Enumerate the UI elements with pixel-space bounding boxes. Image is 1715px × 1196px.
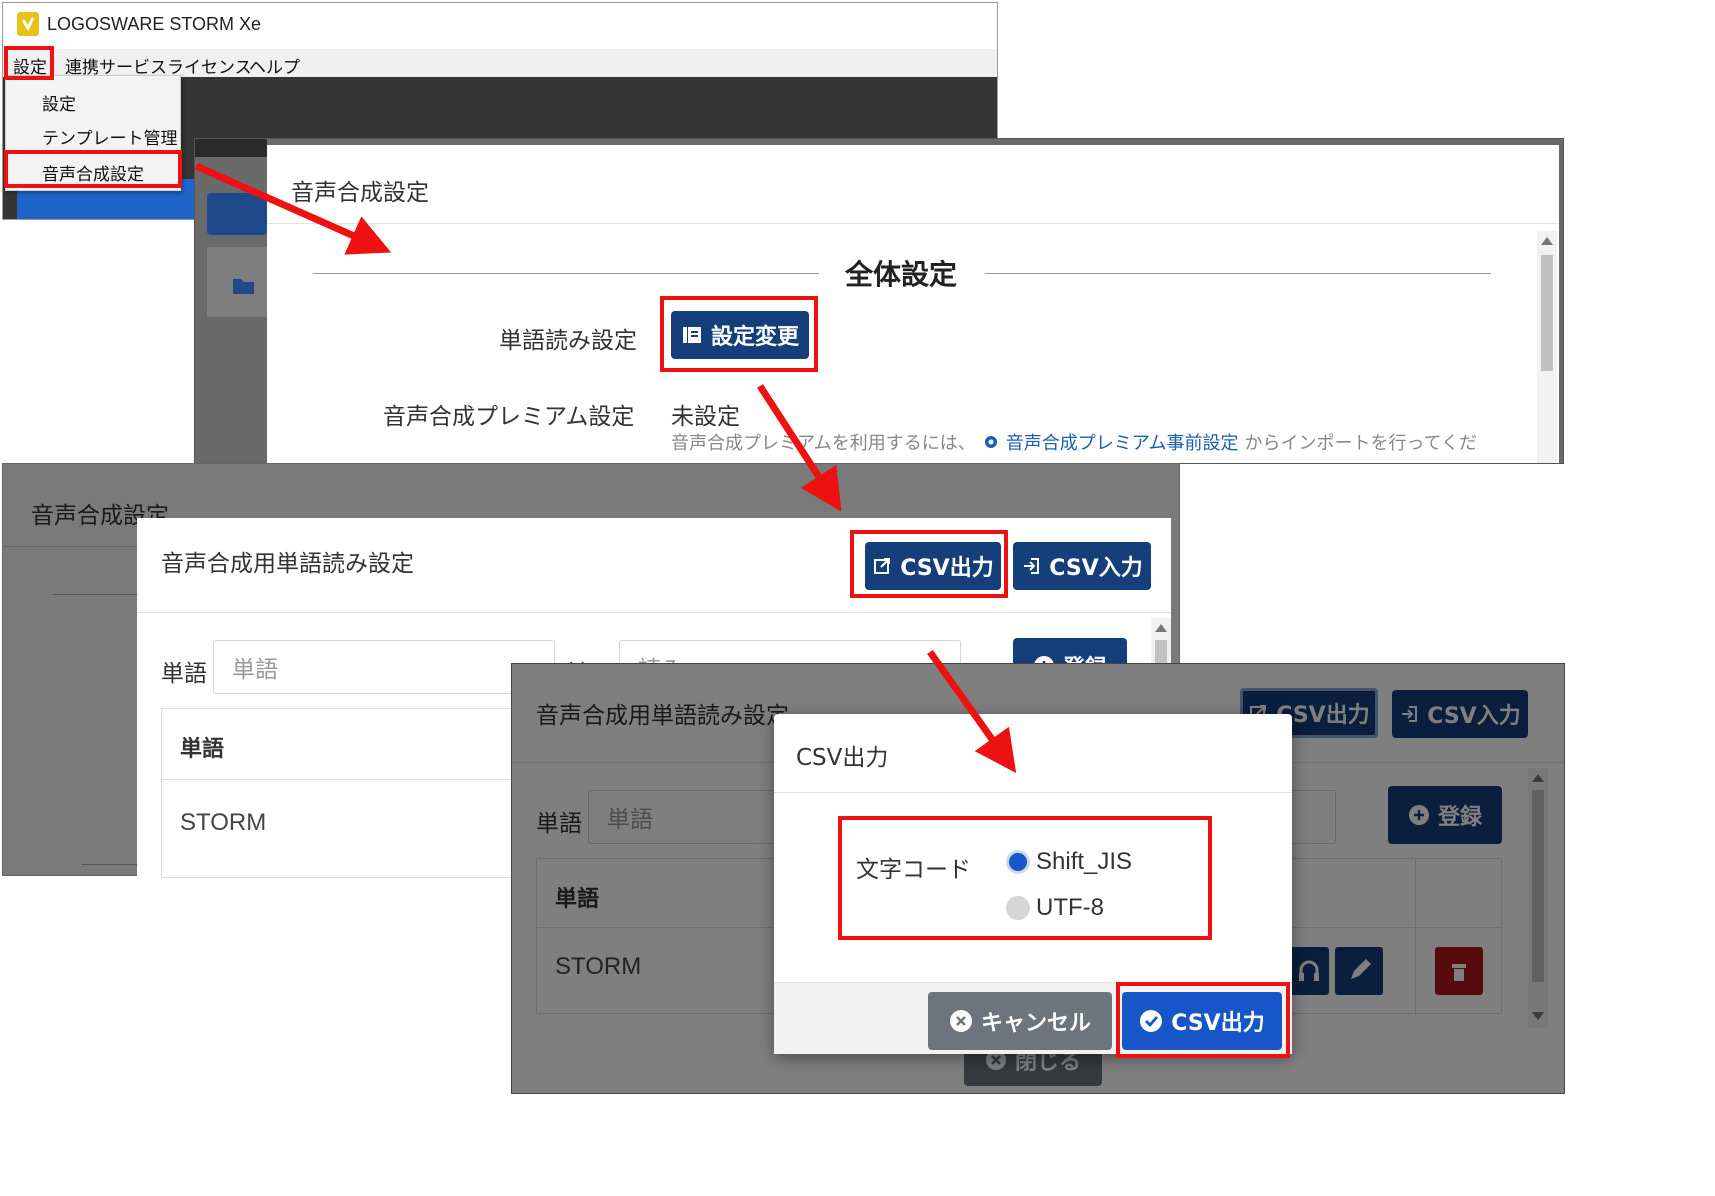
arrow-to-word-dialog (757, 384, 842, 512)
step-arrows (194, 162, 1017, 774)
arrow-to-csv-dialog (927, 649, 1017, 774)
arrow-to-voice-settings (194, 162, 392, 255)
